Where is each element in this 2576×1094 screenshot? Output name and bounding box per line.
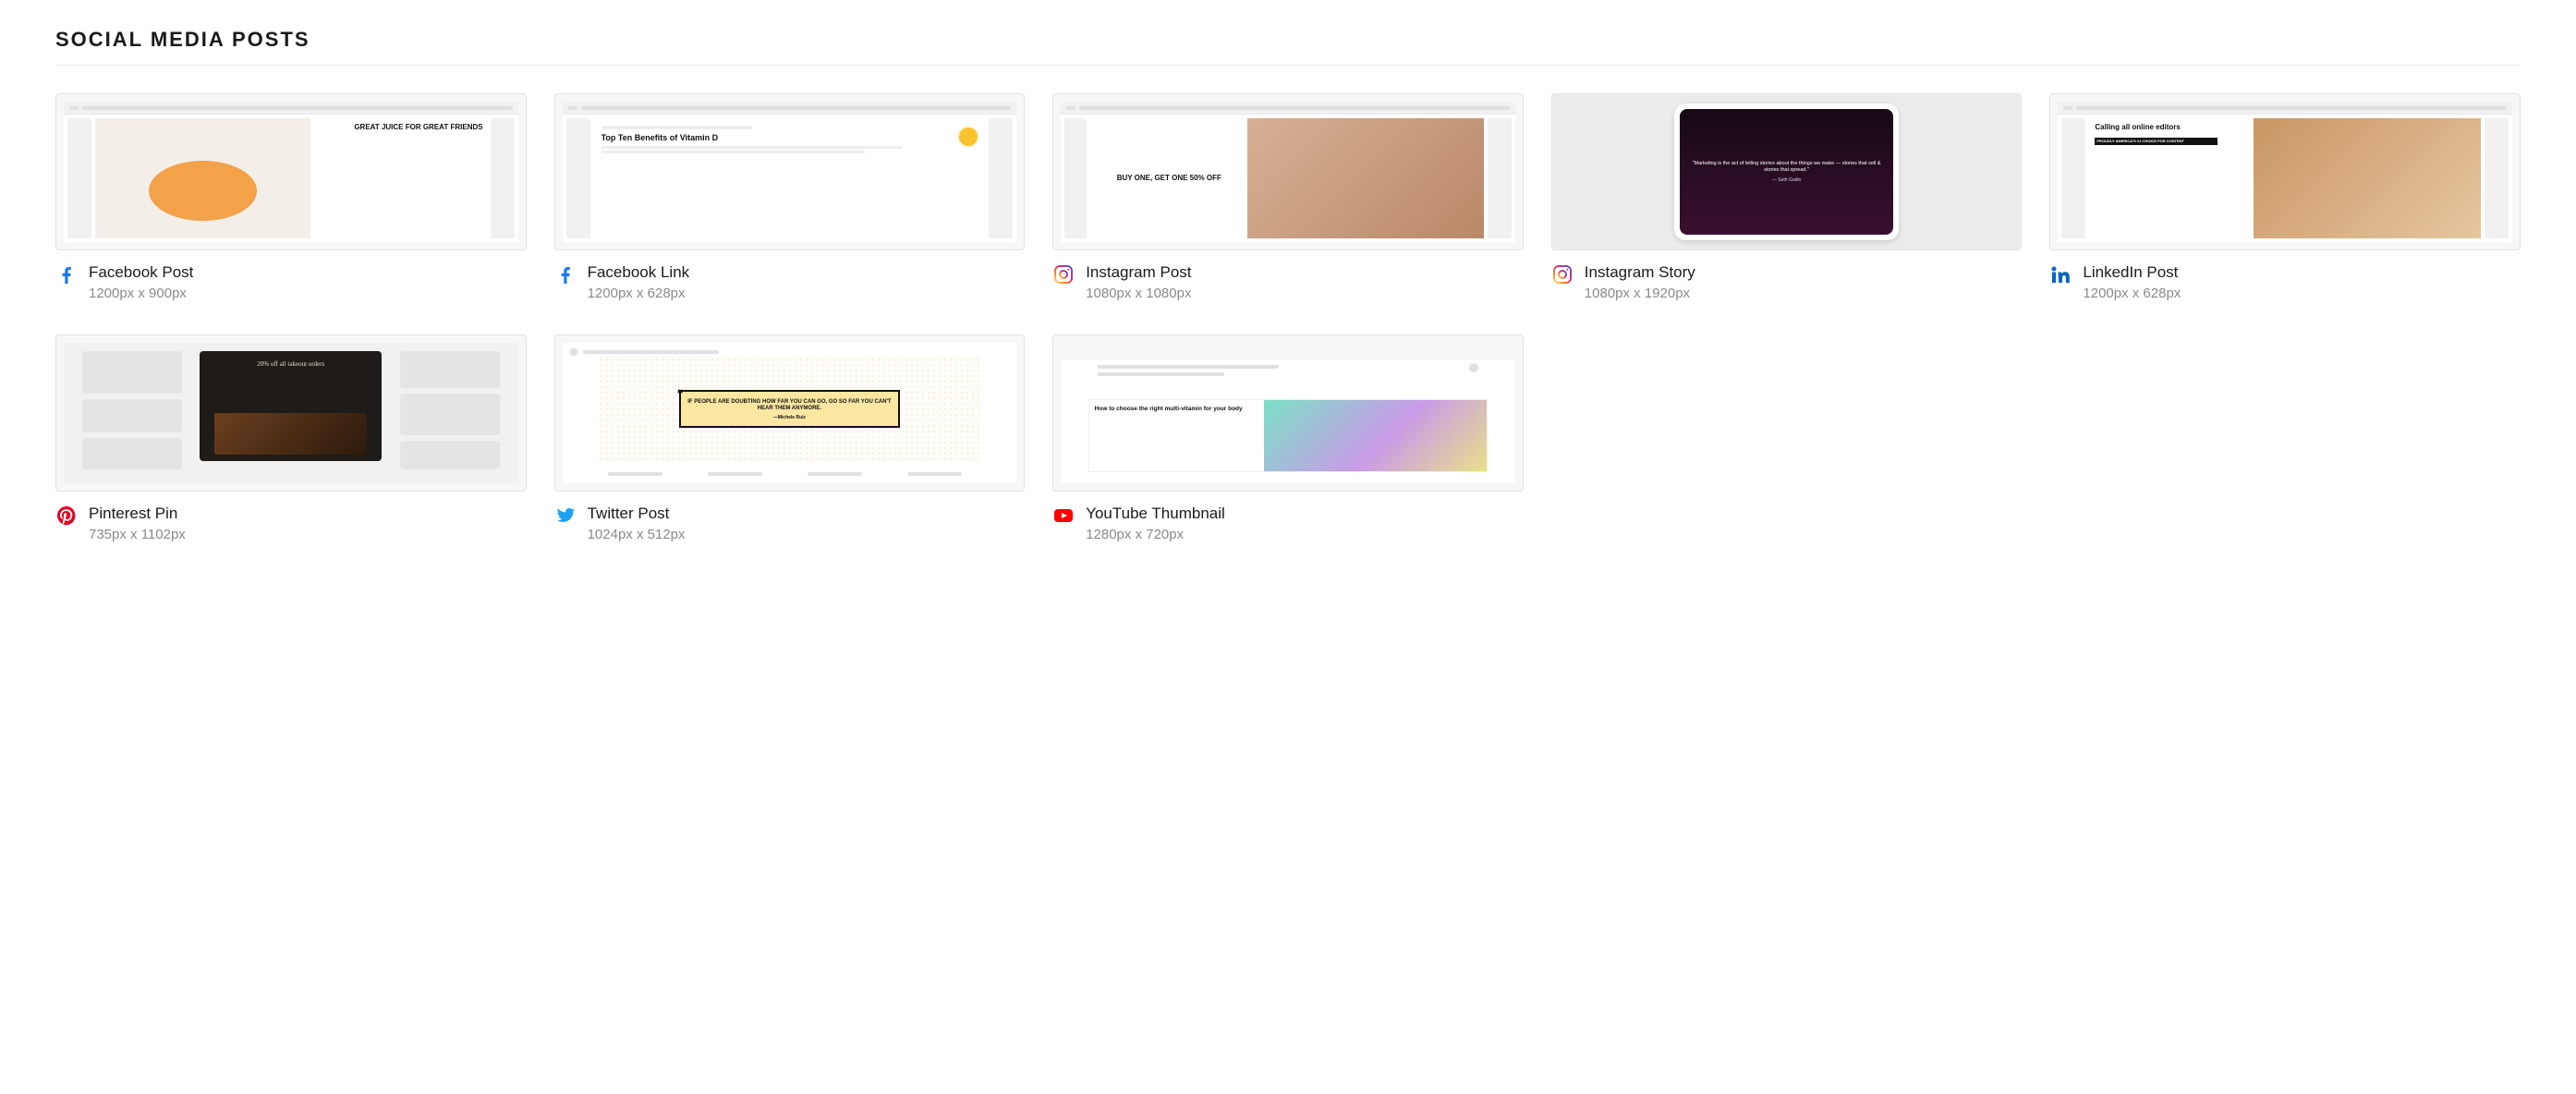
- template-title: Facebook Link: [588, 263, 690, 282]
- template-card-facebook-post[interactable]: GREAT JUICE FOR GREAT FRIENDS Facebook P…: [55, 93, 527, 301]
- template-grid: GREAT JUICE FOR GREAT FRIENDS Facebook P…: [55, 93, 2521, 542]
- template-title: Pinterest Pin: [89, 504, 186, 523]
- template-thumbnail: GREAT JUICE FOR GREAT FRIENDS: [55, 93, 527, 250]
- template-card-pinterest-pin[interactable]: 20% off all takeout orders Pinterest Pin…: [55, 334, 527, 542]
- preview-headline: 20% off all takeout orders: [205, 360, 376, 368]
- template-thumbnail: Calling all online editors PROUDLY AMERI…: [2049, 93, 2521, 250]
- template-dimensions: 1280px x 720px: [1086, 527, 1225, 542]
- template-thumbnail: Top Ten Benefits of Vitamin D: [554, 93, 1026, 250]
- template-card-facebook-link[interactable]: Top Ten Benefits of Vitamin D Facebook L…: [554, 93, 1026, 301]
- template-dimensions: 1200px x 900px: [89, 286, 193, 301]
- template-dimensions: 1080px x 1080px: [1086, 286, 1191, 301]
- template-card-instagram-story[interactable]: "Marketing is the act of telling stories…: [1551, 93, 2023, 301]
- preview-headline: BUY ONE, GET ONE 50% OFF: [1090, 118, 1247, 238]
- facebook-icon: [554, 263, 577, 286]
- preview-quote: IF PEOPLE ARE DOUBTING HOW FAR YOU CAN G…: [687, 399, 893, 412]
- youtube-icon: [1052, 504, 1075, 527]
- template-title: YouTube Thumbnail: [1086, 504, 1225, 523]
- template-title: Facebook Post: [89, 263, 193, 282]
- instagram-icon: [1551, 263, 1574, 286]
- template-card-instagram-post[interactable]: BUY ONE, GET ONE 50% OFF Instagram Post …: [1052, 93, 1524, 301]
- template-card-linkedin-post[interactable]: Calling all online editors PROUDLY AMERI…: [2049, 93, 2521, 301]
- preview-headline: GREAT JUICE FOR GREAT FRIENDS: [310, 118, 487, 238]
- linkedin-icon: [2049, 263, 2072, 286]
- pinterest-icon: [55, 504, 78, 527]
- preview-headline: Top Ten Benefits of Vitamin D: [601, 133, 978, 142]
- template-dimensions: 1200px x 628px: [2083, 286, 2181, 301]
- template-dimensions: 1200px x 628px: [588, 286, 690, 301]
- template-thumbnail: BUY ONE, GET ONE 50% OFF: [1052, 93, 1524, 250]
- template-thumbnail: How to choose the right multi-vitamin fo…: [1052, 334, 1524, 492]
- template-card-youtube-thumbnail[interactable]: How to choose the right multi-vitamin fo…: [1052, 334, 1524, 542]
- twitter-icon: [554, 504, 577, 527]
- preview-quote: "Marketing is the act of telling stories…: [1687, 161, 1887, 174]
- template-thumbnail: 20% off all takeout orders: [55, 334, 527, 492]
- preview-headline: How to choose the right multi-vitamin fo…: [1089, 400, 1264, 471]
- template-dimensions: 735px x 1102px: [89, 527, 186, 542]
- template-title: Twitter Post: [588, 504, 686, 523]
- preview-attribution: —Michele Ruiz: [687, 415, 893, 420]
- instagram-icon: [1052, 263, 1075, 286]
- template-dimensions: 1024px x 512px: [588, 527, 686, 542]
- preview-headline: Calling all online editors: [2095, 124, 2248, 132]
- template-title: LinkedIn Post: [2083, 263, 2181, 282]
- template-thumbnail: “ IF PEOPLE ARE DOUBTING HOW FAR YOU CAN…: [554, 334, 1026, 492]
- template-title: Instagram Story: [1585, 263, 1695, 282]
- template-card-twitter-post[interactable]: “ IF PEOPLE ARE DOUBTING HOW FAR YOU CAN…: [554, 334, 1026, 542]
- template-thumbnail: "Marketing is the act of telling stories…: [1551, 93, 2023, 250]
- template-title: Instagram Post: [1086, 263, 1191, 282]
- template-dimensions: 1080px x 1920px: [1585, 286, 1695, 301]
- facebook-icon: [55, 263, 78, 286]
- preview-bar: PROUDLY AMERICA'S #1 CHOICE FOR CONTENT: [2095, 138, 2218, 145]
- section-title: SOCIAL MEDIA POSTS: [55, 28, 2521, 66]
- preview-attribution: — Seth Godin: [1687, 177, 1887, 184]
